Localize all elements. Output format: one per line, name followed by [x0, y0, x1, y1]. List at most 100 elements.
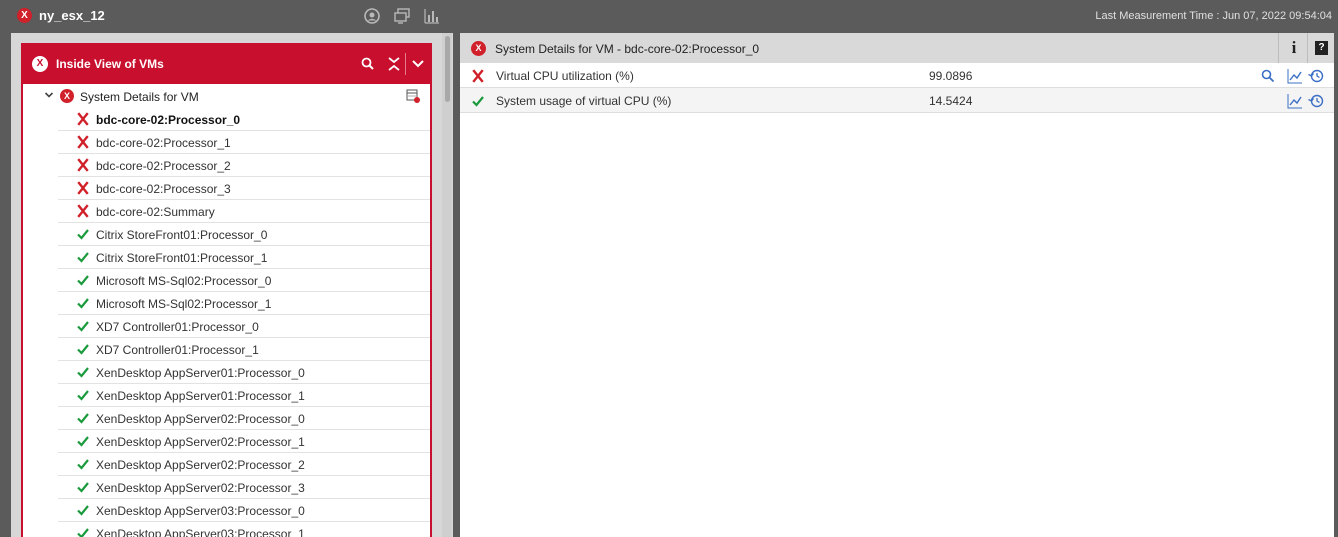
header-divider — [1278, 33, 1279, 63]
vm-list-item[interactable]: XenDesktop AppServer02:Processor_3 — [58, 476, 430, 499]
vm-list-item[interactable]: XenDesktop AppServer02:Processor_2 — [58, 453, 430, 476]
vm-item-label: Citrix StoreFront01:Processor_0 — [96, 228, 268, 242]
ok-check-icon — [76, 480, 90, 494]
vm-list: bdc-core-02:Processor_0 bdc-core-02:Proce… — [58, 108, 430, 537]
bar-chart-icon[interactable] — [423, 7, 441, 25]
trend-graph-icon[interactable] — [1287, 93, 1303, 109]
ok-check-icon — [76, 273, 90, 287]
headset-icon[interactable] — [363, 7, 381, 25]
metric-row: System usage of virtual CPU (%) 14.5424 — [460, 88, 1334, 113]
status-error-icon: X — [60, 89, 74, 103]
error-x-icon — [76, 158, 90, 172]
vm-item-label: bdc-core-02:Processor_0 — [96, 113, 241, 127]
vm-list-item[interactable]: XenDesktop AppServer03:Processor_1 — [58, 522, 430, 537]
monitors-icon[interactable] — [393, 7, 411, 25]
left-scrollbar[interactable] — [442, 33, 452, 537]
vm-item-label: Citrix StoreFront01:Processor_1 — [96, 251, 268, 265]
left-scroll-thumb[interactable] — [445, 36, 450, 102]
component-title: ny_esx_12 — [39, 8, 105, 23]
vm-item-label: XenDesktop AppServer01:Processor_1 — [96, 389, 305, 403]
vm-item-label: XenDesktop AppServer02:Processor_1 — [96, 435, 305, 449]
vm-item-label: XenDesktop AppServer03:Processor_1 — [96, 527, 305, 537]
ok-check-icon — [76, 503, 90, 517]
ok-check-icon — [76, 411, 90, 425]
inside-view-panel: X Inside View of VMs X System Details fo… — [21, 43, 432, 537]
vm-list-item[interactable]: Citrix StoreFront01:Processor_1 — [58, 246, 430, 269]
details-title: System Details for VM - bdc-core-02:Proc… — [495, 42, 760, 56]
error-x-icon — [76, 204, 90, 218]
vm-list-item[interactable]: bdc-core-02:Processor_0 — [58, 108, 430, 131]
vm-item-label: bdc-core-02:Processor_1 — [96, 136, 231, 150]
vm-item-label: XenDesktop AppServer01:Processor_0 — [96, 366, 305, 380]
vm-list-item[interactable]: bdc-core-02:Processor_3 — [58, 177, 430, 200]
vm-item-label: XenDesktop AppServer02:Processor_3 — [96, 481, 305, 495]
trend-graph-icon[interactable] — [1287, 68, 1303, 84]
history-icon[interactable] — [1308, 93, 1324, 109]
last-measurement-time: Last Measurement Time : Jun 07, 2022 09:… — [1095, 10, 1332, 22]
status-error-icon: X — [471, 41, 486, 56]
help-icon[interactable]: ? — [1315, 41, 1328, 55]
vm-item-label: bdc-core-02:Processor_3 — [96, 182, 231, 196]
metric-value: 14.5424 — [929, 94, 973, 108]
collapse-expand-icon[interactable] — [385, 55, 403, 73]
metric-value: 99.0896 — [929, 69, 973, 83]
vm-list-item[interactable]: XenDesktop AppServer03:Processor_0 — [58, 499, 430, 522]
vm-list-item[interactable]: Citrix StoreFront01:Processor_0 — [58, 223, 430, 246]
top-bar: X ny_esx_12 Last Measurement Time : Jun … — [0, 0, 1338, 33]
ok-check-icon — [76, 434, 90, 448]
vm-list-item[interactable]: bdc-core-02:Processor_2 — [58, 154, 430, 177]
inside-view-header: X Inside View of VMs — [23, 45, 430, 84]
search-icon[interactable] — [359, 55, 377, 73]
details-header: X System Details for VM - bdc-core-02:Pr… — [460, 33, 1334, 63]
vm-item-label: XenDesktop AppServer03:Processor_0 — [96, 504, 305, 518]
export-table-icon[interactable] — [406, 89, 420, 103]
error-x-icon — [471, 69, 485, 83]
history-icon[interactable] — [1308, 68, 1324, 84]
vm-item-label: XenDesktop AppServer02:Processor_0 — [96, 412, 305, 426]
vm-item-label: Microsoft MS-Sql02:Processor_1 — [96, 297, 272, 311]
vm-list-item[interactable]: XenDesktop AppServer01:Processor_0 — [58, 361, 430, 384]
metric-name: System usage of virtual CPU (%) — [496, 94, 672, 108]
ok-check-icon — [76, 457, 90, 471]
error-x-icon — [76, 181, 90, 195]
vm-list-item[interactable]: XenDesktop AppServer02:Processor_1 — [58, 430, 430, 453]
status-error-icon: X — [32, 56, 48, 72]
vm-list-item[interactable]: Microsoft MS-Sql02:Processor_1 — [58, 292, 430, 315]
vm-list-item[interactable]: XD7 Controller01:Processor_0 — [58, 315, 430, 338]
error-x-icon — [76, 135, 90, 149]
tree-group-system-details[interactable]: X System Details for VM — [23, 85, 430, 107]
error-x-icon — [76, 112, 90, 126]
vm-item-label: XD7 Controller01:Processor_0 — [96, 320, 259, 334]
vm-list-item[interactable]: Microsoft MS-Sql02:Processor_0 — [58, 269, 430, 292]
vm-list-item[interactable]: bdc-core-02:Summary — [58, 200, 430, 223]
vm-list-item[interactable]: bdc-core-02:Processor_1 — [58, 131, 430, 154]
ok-check-icon — [76, 296, 90, 310]
info-icon[interactable]: i — [1287, 39, 1301, 57]
chevron-down-icon[interactable] — [409, 55, 427, 73]
status-error-icon: X — [17, 8, 32, 23]
search-icon[interactable] — [1260, 68, 1276, 84]
details-panel: X System Details for VM - bdc-core-02:Pr… — [460, 33, 1334, 537]
vm-item-label: bdc-core-02:Processor_2 — [96, 159, 231, 173]
vm-list-item[interactable]: XenDesktop AppServer01:Processor_1 — [58, 384, 430, 407]
vm-item-label: Microsoft MS-Sql02:Processor_0 — [96, 274, 272, 288]
ok-check-icon — [76, 319, 90, 333]
vm-item-label: XenDesktop AppServer02:Processor_2 — [96, 458, 305, 472]
vm-item-label: XD7 Controller01:Processor_1 — [96, 343, 259, 357]
ok-check-icon — [76, 365, 90, 379]
ok-check-icon — [76, 526, 90, 537]
vm-item-label: bdc-core-02:Summary — [96, 205, 215, 219]
vm-list-item[interactable]: XenDesktop AppServer02:Processor_0 — [58, 407, 430, 430]
ok-check-icon — [471, 94, 485, 108]
chevron-down-icon[interactable] — [44, 90, 54, 100]
ok-check-icon — [76, 342, 90, 356]
metric-name: Virtual CPU utilization (%) — [496, 69, 634, 83]
ok-check-icon — [76, 227, 90, 241]
vm-list-item[interactable]: XD7 Controller01:Processor_1 — [58, 338, 430, 361]
ok-check-icon — [76, 388, 90, 402]
ok-check-icon — [76, 250, 90, 264]
header-divider — [405, 53, 406, 75]
metric-row: Virtual CPU utilization (%) 99.0896 — [460, 63, 1334, 88]
header-divider — [1307, 33, 1308, 63]
inside-view-title: Inside View of VMs — [56, 57, 164, 71]
